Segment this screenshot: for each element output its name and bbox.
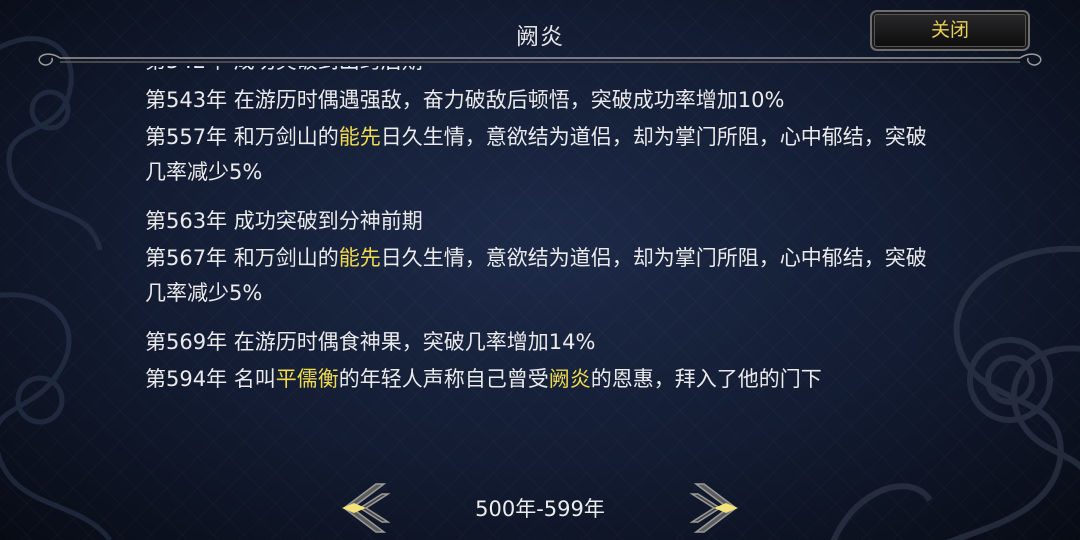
highlighted-name: 能先 [338,125,381,149]
log-entry-partial: 第542年 成功突破到出窍后期 [145,66,935,79]
log-entry: 第567年 和万剑山的能先日久生情，意欲结为道侣，却为掌门所阻，心中郁结，突破几… [145,241,935,311]
log-entry: 第543年 在游历时偶遇强敌，奋力破敌后顿悟，突破成功率增加10% [145,83,935,118]
log-entry-year: 第569年 [145,330,228,354]
log-entry-text: 名叫 [227,367,276,391]
log-entry-text: 和万剑山的 [227,246,339,270]
close-button[interactable]: 关闭 [870,10,1030,51]
log-entry-text: 在游历时偶食神果，突破几率增加14% [227,330,596,354]
log-entry-text: 成功突破到分神前期 [227,209,423,233]
log-entry-year: 第567年 [145,246,228,270]
log-entry-year: 第543年 [145,88,228,112]
dragon-ornament-left [0,36,112,540]
log-entry: 第594年 名叫平儒衡的年轻人声称自己曾受阙炎的恩惠，拜入了他的门下 [145,362,935,397]
life-log-screen: 阙炎 关闭 第542年 成功突破到出窍后期 第543年 在游历时偶遇强敌，奋力破… [0,0,1080,540]
highlighted-name: 阙炎 [548,367,591,391]
log-entry-text: 的恩惠，拜入了他的门下 [590,367,822,391]
log-entry-text: 和万剑山的 [227,125,339,149]
log-entry-year: 第594年 [145,367,228,391]
log-entry-text: 在游历时偶遇强敌，奋力破敌后顿悟，突破成功率增加10% [227,88,785,112]
header-divider [38,53,1042,66]
log-entry-year: 第563年 [145,209,228,233]
highlighted-name: 能先 [338,246,381,270]
log-entry-text: 的年轻人声称自己曾受 [338,367,549,391]
event-log[interactable]: 第542年 成功突破到出窍后期 第543年 在游历时偶遇强敌，奋力破敌后顿悟，突… [145,66,945,438]
log-entry: 第569年 在游历时偶食神果，突破几率增加14% [145,325,935,360]
year-range-label: 500年-599年 [475,497,605,521]
highlighted-name: 平儒衡 [275,367,339,391]
event-log-list: 第542年 成功突破到出窍后期 第543年 在游历时偶遇强敌，奋力破敌后顿悟，突… [145,66,935,399]
log-entry-year: 第557年 [145,125,228,149]
log-entry: 第557年 和万剑山的能先日久生情，意欲结为道侣，却为掌门所阻，心中郁结，突破几… [145,120,935,190]
log-entry: 第563年 成功突破到分神前期 [145,204,935,239]
chevron-right-ornate-icon[interactable] [688,478,748,538]
